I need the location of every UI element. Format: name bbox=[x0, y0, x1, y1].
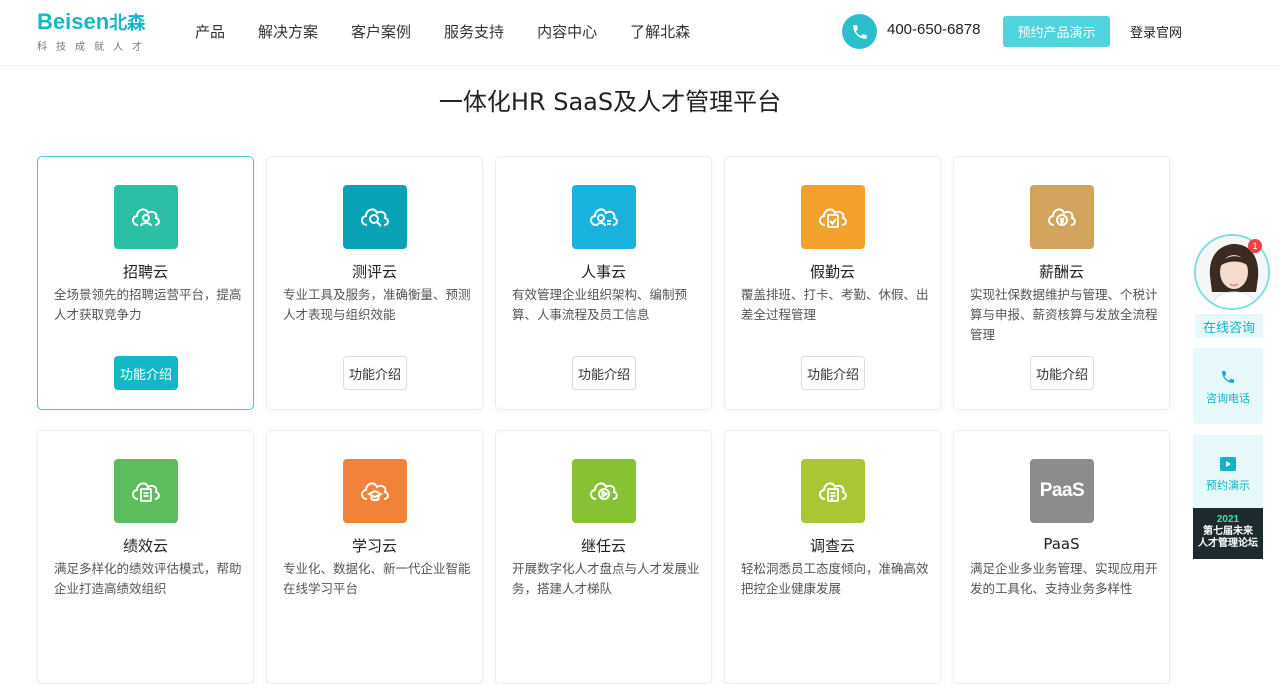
product-card-learning[interactable]: 学习云 专业化、数据化、新一代企业智能在线学习平台 bbox=[266, 430, 483, 684]
product-card-survey[interactable]: 调查云 轻松洞悉员工态度倾向，准确高效把控企业健康发展 bbox=[724, 430, 941, 684]
book-demo-side-button[interactable]: 预约演示 bbox=[1193, 435, 1263, 511]
card-name: 人事云 bbox=[580, 263, 626, 281]
card-name: 测评云 bbox=[351, 263, 397, 281]
card-name: 招聘云 bbox=[122, 263, 168, 281]
forum-year: 2021 bbox=[1216, 514, 1240, 525]
page-title: 一体化HR SaaS及人才管理平台 bbox=[438, 88, 782, 116]
phone-call-icon bbox=[1219, 368, 1237, 386]
consult-phone-button[interactable]: 咨询电话 bbox=[1193, 348, 1263, 424]
card-description: 满足企业多业务管理、实现应用开发的工具化、支持业务多样性 bbox=[970, 561, 1158, 596]
card-description: 全场景领先的招聘运营平台，提高人才获取竞争力 bbox=[54, 287, 242, 322]
nav-item-support[interactable]: 服务支持 bbox=[444, 21, 504, 42]
cloud-graduation-icon bbox=[343, 459, 407, 523]
hotline-number: 400-650-6878 bbox=[887, 21, 981, 38]
consult-phone-label: 咨询电话 bbox=[1206, 392, 1250, 405]
product-card-recruiting[interactable]: 招聘云 全场景领先的招聘运营平台，提高人才获取竞争力 功能介绍 bbox=[37, 156, 254, 410]
cloud-survey-icon bbox=[801, 459, 865, 523]
card-name: 调查云 bbox=[809, 537, 855, 555]
card-name: 绩效云 bbox=[122, 537, 168, 555]
card-description: 开展数字化人才盘点与人才发展业务，搭建人才梯队 bbox=[512, 561, 700, 596]
feature-intro-button[interactable]: 功能介绍 bbox=[114, 356, 178, 390]
product-card-paas[interactable]: PaaS PaaS 满足企业多业务管理、实现应用开发的工具化、支持业务多样性 bbox=[953, 430, 1170, 684]
feature-intro-button[interactable]: 功能介绍 bbox=[343, 356, 407, 390]
card-description: 实现社保数据维护与管理、个税计算与申报、薪资核算与发放全流程管理 bbox=[970, 287, 1158, 342]
product-card-performance[interactable]: 绩效云 满足多样化的绩效评估模式，帮助企业打造高绩效组织 bbox=[37, 430, 254, 684]
product-card-payroll[interactable]: 薪酬云 实现社保数据维护与管理、个税计算与申报、薪资核算与发放全流程管理 功能介… bbox=[953, 156, 1170, 410]
paas-logo-icon: PaaS bbox=[1030, 459, 1094, 523]
login-link[interactable]: 登录官网 bbox=[1130, 22, 1182, 41]
nav-item-cases[interactable]: 客户案例 bbox=[351, 21, 411, 42]
card-name: 学习云 bbox=[351, 537, 397, 555]
card-description: 有效管理企业组织架构、编制预算、人事流程及员工信息 bbox=[512, 287, 688, 322]
card-name: 继任云 bbox=[580, 537, 626, 555]
main-nav: 产品 解决方案 客户案例 服务支持 内容中心 了解北森 bbox=[195, 0, 723, 62]
feature-intro-button[interactable]: 功能介绍 bbox=[801, 356, 865, 390]
card-name: PaaS bbox=[1043, 535, 1080, 553]
book-demo-side-label: 预约演示 bbox=[1206, 479, 1250, 492]
cloud-people-icon bbox=[572, 185, 636, 249]
nav-item-products[interactable]: 产品 bbox=[195, 21, 225, 42]
cloud-doc-icon bbox=[114, 459, 178, 523]
cloud-check-icon bbox=[801, 185, 865, 249]
forum-title-line2: 人才管理论坛 bbox=[1198, 538, 1258, 549]
nav-item-solutions[interactable]: 解决方案 bbox=[258, 21, 318, 42]
cloud-play-icon bbox=[572, 459, 636, 523]
product-card-assessment[interactable]: 测评云 专业工具及服务，准确衡量、预测人才表现与组织效能 功能介绍 bbox=[266, 156, 483, 410]
feature-intro-button[interactable]: 功能介绍 bbox=[572, 356, 636, 390]
product-card-attendance[interactable]: 假勤云 覆盖排班、打卡、考勤、休假、出差全过程管理 功能介绍 bbox=[724, 156, 941, 410]
card-name: 薪酬云 bbox=[1038, 263, 1084, 281]
card-description: 专业化、数据化、新一代企业智能在线学习平台 bbox=[283, 561, 471, 596]
feature-intro-button[interactable]: 功能介绍 bbox=[1030, 356, 1094, 390]
cloud-yen-icon bbox=[1030, 185, 1094, 249]
card-description: 专业工具及服务，准确衡量、预测人才表现与组织效能 bbox=[283, 287, 471, 322]
product-card-core-hr[interactable]: 人事云 有效管理企业组织架构、编制预算、人事流程及员工信息 功能介绍 bbox=[495, 156, 712, 410]
play-icon bbox=[1219, 455, 1237, 473]
nav-item-content[interactable]: 内容中心 bbox=[537, 21, 597, 42]
card-description: 满足多样化的绩效评估模式，帮助企业打造高绩效组织 bbox=[54, 561, 242, 596]
phone-icon bbox=[842, 14, 877, 49]
forum-title-line1: 第七届未来 bbox=[1203, 526, 1253, 537]
nav-item-about[interactable]: 了解北森 bbox=[630, 21, 690, 42]
card-description: 轻松洞悉员工态度倾向，准确高效把控企业健康发展 bbox=[741, 561, 929, 596]
online-consult-button[interactable]: 在线咨询 bbox=[1195, 314, 1263, 338]
cloud-user-icon bbox=[114, 185, 178, 249]
book-demo-button[interactable]: 预约产品演示 bbox=[1003, 16, 1110, 47]
cloud-search-icon bbox=[343, 185, 407, 249]
product-card-succession[interactable]: 继任云 开展数字化人才盘点与人才发展业务，搭建人才梯队 bbox=[495, 430, 712, 684]
unread-badge: 1 bbox=[1248, 239, 1262, 253]
logo-slogan: 科技成就人才 bbox=[37, 42, 151, 53]
logo-wordmark: Beisen北森 bbox=[37, 9, 146, 35]
beisen-logo[interactable]: Beisen北森 科技成就人才 bbox=[37, 9, 151, 54]
card-name: 假勤云 bbox=[809, 263, 855, 281]
site-header: Beisen北森 科技成就人才 产品 解决方案 客户案例 服务支持 内容中心 了… bbox=[0, 0, 1280, 66]
forum-banner[interactable]: 2021 第七届未来 人才管理论坛 bbox=[1193, 508, 1263, 559]
card-description: 覆盖排班、打卡、考勤、休假、出差全过程管理 bbox=[741, 287, 929, 322]
